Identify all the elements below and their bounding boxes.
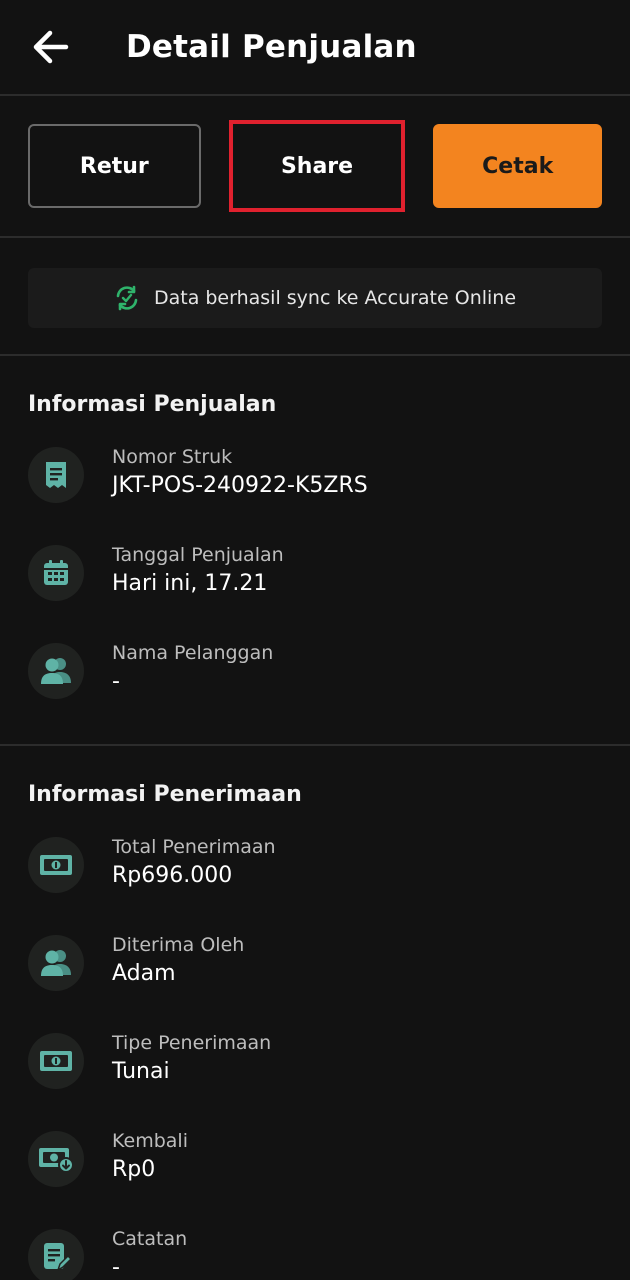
receipt-icon: [46, 462, 66, 488]
info-row-receipt-number: Nomor Struk JKT-POS-240922-K5ZRS: [28, 443, 602, 541]
cash-return-icon: [39, 1148, 74, 1173]
payment-type-value: Tunai: [112, 1059, 170, 1084]
receipt-number-label: Nomor Struk: [112, 446, 233, 468]
share-button[interactable]: Share: [228, 120, 406, 212]
info-text: Diterima Oleh Adam: [112, 931, 244, 989]
received-by-value: Adam: [112, 961, 176, 986]
total-payment-label: Total Penerimaan: [112, 836, 276, 858]
sync-message: Data berhasil sync ke Accurate Online: [153, 287, 517, 309]
info-row-total-payment: Total Penerimaan Rp696.000: [28, 833, 602, 931]
info-row-change: Kembali Rp0: [28, 1127, 602, 1225]
arrow-left-icon: [33, 30, 69, 64]
info-text: Nama Pelanggan -: [112, 639, 273, 697]
notes-value: -: [112, 1255, 120, 1280]
info-text: Tanggal Penjualan Hari ini, 17.21: [112, 541, 284, 599]
icon-circle: [28, 447, 84, 503]
info-text: Catatan -: [112, 1225, 187, 1280]
action-bar: Retur Share Cetak: [0, 96, 630, 238]
cetak-button[interactable]: Cetak: [433, 124, 603, 208]
app-screen: Detail Penjualan Retur Share Cetak Data …: [0, 0, 630, 1280]
icon-circle: [28, 935, 84, 991]
info-text: Nomor Struk JKT-POS-240922-K5ZRS: [112, 443, 368, 501]
sales-info-title: Informasi Penjualan: [28, 392, 277, 417]
icon-circle: [28, 643, 84, 699]
received-by-label: Diterima Oleh: [112, 934, 245, 956]
change-value: Rp0: [112, 1157, 156, 1182]
icon-circle: [28, 837, 84, 893]
users-icon: [41, 658, 71, 684]
icon-circle: [28, 1229, 84, 1280]
info-text: Tipe Penerimaan Tunai: [112, 1029, 271, 1087]
sync-status-banner: Data berhasil sync ke Accurate Online: [28, 268, 602, 328]
payment-info-title: Informasi Penerimaan: [28, 782, 302, 807]
notes-label: Catatan: [112, 1228, 188, 1250]
sales-info-section: Informasi Penjualan Nomor Struk JKT-POS-…: [0, 356, 630, 746]
total-payment-value: Rp696.000: [112, 863, 233, 888]
cash-icon: [40, 855, 72, 875]
payment-info-section: Informasi Penerimaan Total Penerimaan Rp…: [0, 746, 630, 1280]
receipt-number-value: JKT-POS-240922-K5ZRS: [112, 473, 368, 498]
page-title: Detail Penjualan: [126, 29, 417, 65]
sync-success-icon: [116, 285, 138, 311]
customer-name-label: Nama Pelanggan: [112, 642, 274, 664]
users-icon: [41, 950, 71, 976]
info-row-payment-type: Tipe Penerimaan Tunai: [28, 1029, 602, 1127]
info-row-notes: Catatan -: [28, 1225, 602, 1280]
icon-circle: [28, 545, 84, 601]
change-label: Kembali: [112, 1130, 188, 1152]
note-icon: [44, 1243, 71, 1272]
app-header: Detail Penjualan: [0, 0, 630, 96]
sync-section: Data berhasil sync ke Accurate Online: [0, 238, 630, 356]
customer-name-value: -: [112, 669, 120, 694]
info-row-customer-name: Nama Pelanggan -: [28, 639, 602, 737]
sale-date-label: Tanggal Penjualan: [112, 544, 284, 566]
info-row-sale-date: Tanggal Penjualan Hari ini, 17.21: [28, 541, 602, 639]
calendar-icon: [44, 560, 68, 585]
retur-button[interactable]: Retur: [28, 124, 201, 208]
info-text: Total Penerimaan Rp696.000: [112, 833, 276, 891]
cash-icon: [40, 1051, 72, 1071]
back-button[interactable]: [28, 25, 72, 69]
icon-circle: [28, 1033, 84, 1089]
info-text: Kembali Rp0: [112, 1127, 188, 1185]
payment-type-label: Tipe Penerimaan: [112, 1032, 272, 1054]
icon-circle: [28, 1131, 84, 1187]
info-row-received-by: Diterima Oleh Adam: [28, 931, 602, 1029]
sale-date-value: Hari ini, 17.21: [112, 571, 268, 596]
